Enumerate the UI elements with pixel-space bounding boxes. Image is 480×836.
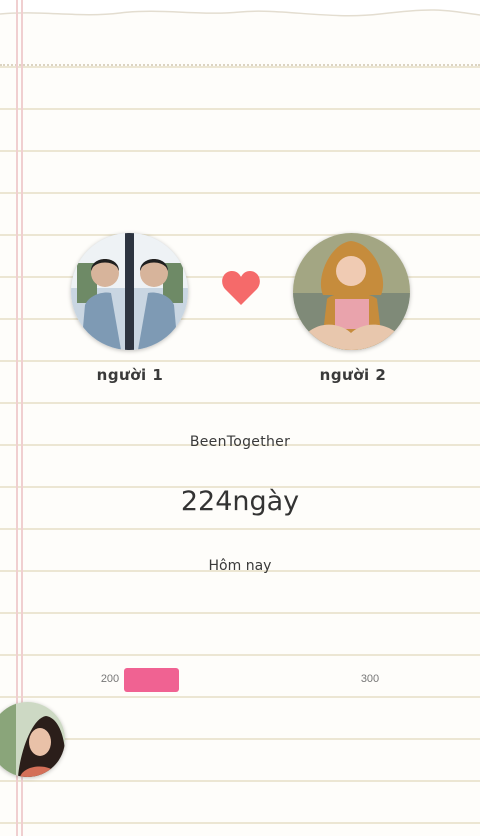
- progress-max-label: 300: [360, 673, 380, 685]
- floating-avatar-button[interactable]: [0, 702, 65, 777]
- app-title: BeenTogether: [189, 434, 291, 450]
- person2-name[interactable]: người 2: [283, 366, 423, 384]
- progress-min-label: 200: [100, 673, 120, 685]
- progress-fill: [124, 668, 180, 692]
- person1-avatar[interactable]: [71, 233, 188, 350]
- heart-icon: [222, 271, 260, 305]
- today-label: Hôm nay: [208, 558, 272, 574]
- person1-name[interactable]: người 1: [60, 366, 200, 384]
- progress-track: [124, 668, 354, 692]
- milestone-progress: 200 300: [0, 668, 480, 692]
- person2-avatar[interactable]: [293, 233, 410, 350]
- dotted-divider: [0, 64, 480, 66]
- days-counter: 224ngày: [180, 486, 300, 517]
- torn-paper-edge: [0, 0, 480, 17]
